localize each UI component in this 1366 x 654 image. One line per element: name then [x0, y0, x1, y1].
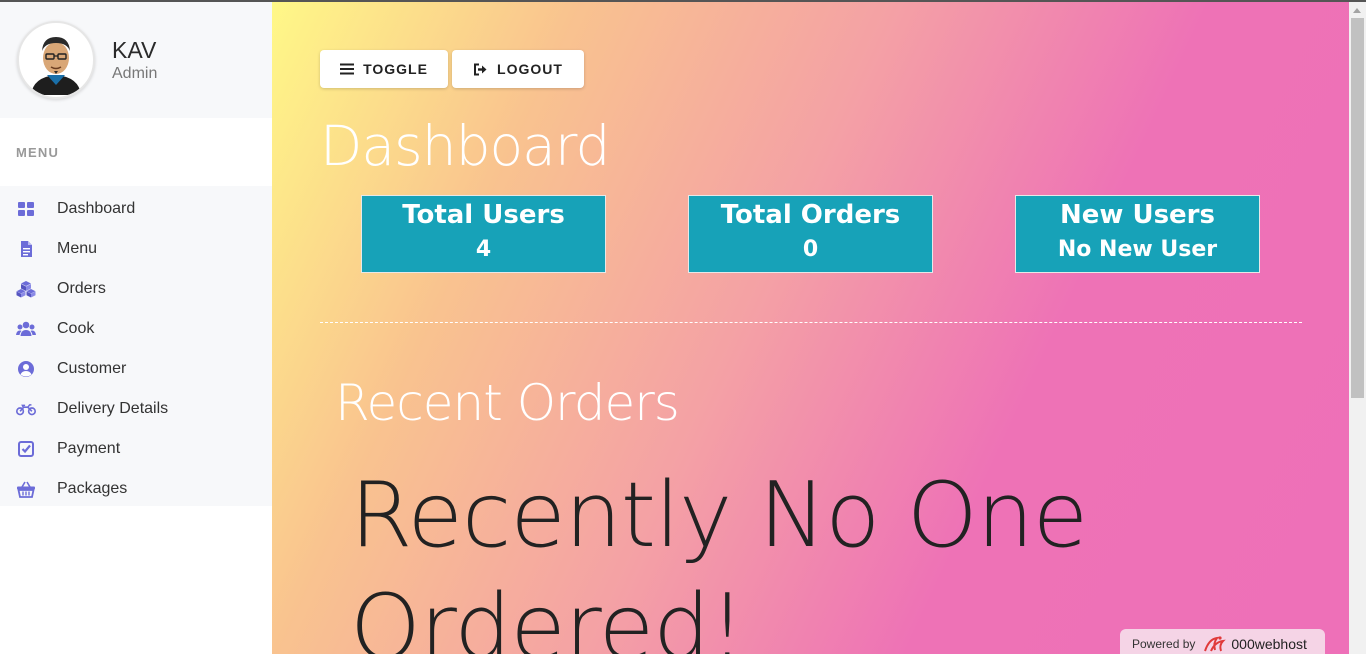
stat-card-value: 4	[475, 237, 492, 262]
user-name: KAV	[112, 37, 157, 63]
stat-card-total-users: Total Users 4	[361, 195, 606, 273]
sidebar-item-label: Payment	[57, 440, 121, 457]
users-icon	[0, 320, 57, 338]
window-top-border	[0, 0, 1366, 2]
user-role: Admin	[112, 65, 158, 82]
sidebar-item-label: Customer	[57, 360, 127, 377]
basket-icon	[0, 480, 57, 498]
stat-card-new-users: New Users No New User	[1015, 195, 1260, 273]
scroll-up-arrow-icon[interactable]	[1353, 8, 1361, 13]
menu-heading: MENU	[16, 144, 60, 160]
empty-orders-message: Recently No One Ordered!	[350, 463, 1088, 654]
sidebar-item-payment[interactable]: Payment	[0, 429, 272, 469]
stat-card-value: No New User	[1057, 237, 1218, 262]
powered-by-text: Powered by	[1132, 637, 1196, 651]
powered-by-badge[interactable]: Powered by 000webhost	[1120, 629, 1325, 654]
sidebar-menu: Dashboard Menu Orders Cook Customer Deli…	[0, 186, 272, 506]
main-content: TOGGLE LOGOUT Dashboard Total Users 4 To…	[272, 2, 1349, 654]
page-title: Dashboard	[320, 114, 610, 178]
webhost-logo-icon	[1203, 635, 1227, 653]
sidebar-item-label: Orders	[57, 280, 106, 297]
stat-card-title: Total Users	[402, 200, 565, 230]
document-icon	[0, 240, 57, 258]
check-square-icon	[0, 440, 57, 458]
profile-block: KAV Admin	[0, 2, 272, 118]
motorcycle-icon	[0, 400, 57, 418]
recent-orders-title: Recent Orders	[335, 374, 680, 432]
sidebar-item-label: Dashboard	[57, 200, 136, 217]
sidebar-item-dashboard[interactable]: Dashboard	[0, 189, 272, 229]
sidebar-item-orders[interactable]: Orders	[0, 269, 272, 309]
stat-card-title: Total Orders	[720, 200, 901, 230]
stat-card-value: 0	[802, 237, 819, 262]
sign-out-icon	[473, 63, 488, 76]
sidebar-item-delivery-details[interactable]: Delivery Details	[0, 389, 272, 429]
stat-card-total-orders: Total Orders 0	[688, 195, 933, 273]
page-scrollbar[interactable]	[1349, 2, 1366, 654]
sidebar-item-packages[interactable]: Packages	[0, 469, 272, 509]
sidebar: KAV Admin MENU Dashboard Menu Orders Coo…	[0, 2, 272, 654]
scrollbar-thumb[interactable]	[1351, 18, 1364, 398]
section-divider	[320, 322, 1302, 323]
sidebar-item-cook[interactable]: Cook	[0, 309, 272, 349]
hamburger-icon	[340, 63, 355, 75]
powered-by-brand: 000webhost	[1231, 636, 1307, 652]
toggle-label: TOGGLE	[363, 61, 428, 77]
avatar	[17, 21, 95, 99]
sidebar-item-label: Menu	[57, 240, 98, 257]
logout-label: LOGOUT	[497, 61, 563, 77]
sidebar-item-customer[interactable]: Customer	[0, 349, 272, 389]
cubes-icon	[0, 280, 57, 298]
sidebar-item-label: Delivery Details	[57, 400, 169, 417]
dashboard-icon	[0, 200, 57, 218]
user-circle-icon	[0, 360, 57, 378]
sidebar-item-label: Packages	[57, 480, 128, 497]
sidebar-item-label: Cook	[57, 320, 95, 337]
toggle-button[interactable]: TOGGLE	[320, 50, 448, 88]
stat-card-title: New Users	[1060, 200, 1215, 230]
logout-button[interactable]: LOGOUT	[452, 50, 584, 88]
sidebar-item-menu[interactable]: Menu	[0, 229, 272, 269]
